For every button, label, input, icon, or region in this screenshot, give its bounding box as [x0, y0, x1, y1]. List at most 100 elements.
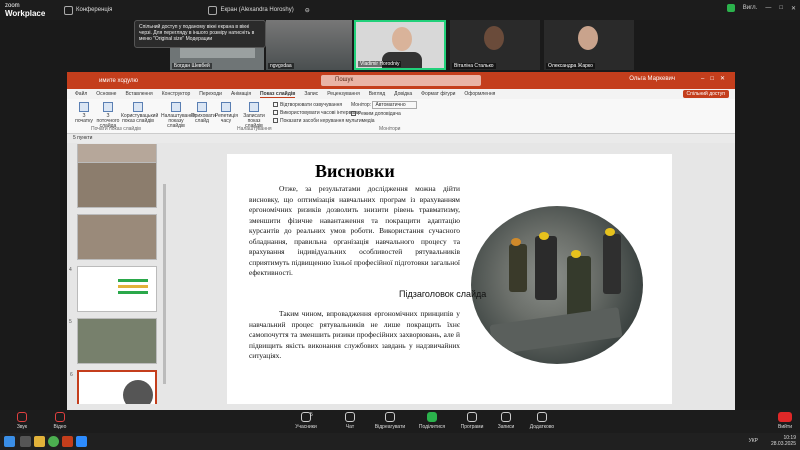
from-beginning-button[interactable]: З початку: [73, 102, 95, 124]
file-explorer-icon[interactable]: [34, 436, 45, 447]
search-box[interactable]: Пошук: [321, 75, 481, 86]
more-button[interactable]: Додатково: [520, 412, 564, 430]
slide-thumbnails-panel: 4 5 6: [67, 144, 167, 412]
tab-transitions[interactable]: Переходи: [199, 91, 222, 97]
tab-design[interactable]: Конструктор: [162, 91, 191, 97]
tab-view[interactable]: Вигляд: [369, 91, 385, 97]
system-clock[interactable]: 10:19 28.03.2025: [771, 435, 796, 447]
custom-show-button[interactable]: Користувацький показ слайдів: [121, 102, 158, 124]
ppt-title-bar: имите ходулю Пошук Ольга Маркевич –□✕: [67, 72, 735, 89]
tab-conference[interactable]: Конференція: [64, 5, 112, 15]
slide-canvas[interactable]: Висновки Отже, за результатами досліджен…: [227, 154, 672, 404]
play-icon: [79, 102, 89, 112]
tab-animations[interactable]: Анімація: [231, 91, 251, 97]
ribbon-tabs: Файл Основне Вставлення Конструктор Пере…: [67, 89, 735, 99]
tab-shape-format[interactable]: Формат фігури: [421, 91, 455, 97]
chk-label: Використовувати часові інтервали: [280, 110, 360, 116]
minimize-icon[interactable]: —: [765, 5, 771, 11]
chat-button[interactable]: Чат: [328, 412, 372, 430]
tab-record[interactable]: Запис: [304, 91, 318, 97]
chk-label: Відтворювати озвучування: [280, 102, 343, 108]
monitor-select[interactable]: Автоматично: [372, 101, 417, 109]
group-label: Монітори: [379, 126, 401, 132]
document-name[interactable]: имите ходулю: [99, 78, 138, 84]
tab-file[interactable]: Файл: [75, 91, 87, 97]
participant-tile[interactable]: ngvgxdaa: [266, 20, 352, 70]
record-icon: [249, 102, 259, 112]
checkbox-icon: [273, 102, 278, 108]
search-placeholder: Пошук: [335, 77, 354, 83]
screen-share-tooltip: Спільний доступ у поданому вікні екрана …: [134, 20, 266, 48]
slide-thumbnail[interactable]: [77, 162, 157, 208]
zoom-icon[interactable]: [76, 436, 87, 447]
ppt-window-controls[interactable]: –□✕: [701, 75, 731, 82]
record-icon: [501, 412, 511, 422]
slide-title: Висновки: [315, 161, 395, 181]
tab-share[interactable]: Екран (Alexandra Horoshy) ⊖: [208, 5, 310, 15]
custom-show-icon: [133, 102, 143, 112]
tooltip-text: Спільний доступ у поданому вікні екрана …: [139, 24, 255, 42]
participant-tile-active[interactable]: Vladimir Horodniy: [354, 20, 446, 70]
tab-help[interactable]: Довідка: [394, 91, 412, 97]
qat-label[interactable]: 5 пункти: [73, 135, 92, 141]
powerpoint-icon[interactable]: [62, 436, 73, 447]
user-name[interactable]: Ольга Маркевич: [629, 76, 675, 82]
zoom-logo: zoom Workplace: [0, 3, 46, 18]
tab-review[interactable]: Рецензування: [327, 91, 360, 97]
thumbnail-scrollbar[interactable]: [163, 184, 166, 384]
rehearse-timings-button[interactable]: Репетиція часу: [215, 102, 238, 124]
windows-start-icon[interactable]: [4, 436, 15, 447]
participant-face: [392, 27, 412, 51]
share-button[interactable]: Спільний доступ: [682, 90, 729, 98]
tab-home[interactable]: Основне: [96, 91, 116, 97]
figure: [603, 234, 621, 294]
leave-button[interactable]: Вийти: [777, 412, 792, 430]
helmet: [511, 238, 521, 246]
subtitle-placeholder[interactable]: Підзаголовок слайда: [399, 289, 486, 299]
record-show-button[interactable]: Записати показ слайдів: [239, 102, 269, 129]
security-shield-icon[interactable]: [726, 4, 735, 12]
brand-line2: Workplace: [5, 9, 46, 18]
slide-thumbnail[interactable]: 5: [69, 318, 157, 364]
play-current-icon: [103, 102, 113, 112]
slide-paragraph-2: Таким чином, впровадження ергономічних п…: [249, 309, 460, 360]
quick-access-toolbar: 5 пункти: [67, 134, 735, 143]
slide-thumbnail[interactable]: [77, 214, 157, 260]
zoom-meeting-controls: Звук Відео Учасники 5 Чат Відреагувати П…: [0, 410, 800, 433]
close-window-icon[interactable]: ✕: [791, 5, 796, 12]
share-screen-button[interactable]: Поділитися: [410, 412, 454, 430]
chk-label: Режим доповідача: [358, 111, 401, 117]
presenter-view-checkbox[interactable]: Режим доповідача: [351, 110, 417, 119]
tab-decoration[interactable]: Оформлення: [464, 91, 495, 97]
setup-show-button[interactable]: Налаштування показу слайдів: [161, 102, 196, 129]
group-label: Налаштування: [237, 126, 272, 132]
chat-icon: [345, 412, 355, 422]
language-indicator[interactable]: УКР: [749, 438, 758, 444]
search-icon[interactable]: [20, 436, 31, 447]
slide-thumbnail[interactable]: 4: [69, 266, 157, 312]
windows-taskbar: УКР 10:19 28.03.2025: [0, 433, 800, 450]
tab-slideshow[interactable]: Показ слайдів: [260, 91, 296, 98]
maximize-icon[interactable]: □: [779, 5, 783, 11]
video-button[interactable]: Відео: [38, 412, 82, 430]
zoom-top-bar: zoom Workplace Конференція Екран (Alexan…: [0, 0, 800, 20]
hide-slide-button[interactable]: Приховати слайд: [191, 102, 216, 124]
from-current-button[interactable]: З поточного слайда: [95, 102, 121, 129]
close-icon[interactable]: ⊖: [305, 7, 310, 14]
react-button[interactable]: Відреагувати: [368, 412, 412, 430]
monitor-options: Монітор: Автоматично Режим доповідача: [351, 101, 417, 119]
view-button[interactable]: Вигл.: [743, 5, 758, 11]
checkbox-icon: [273, 110, 278, 116]
chrome-icon[interactable]: [48, 436, 59, 447]
checkbox-icon: [273, 118, 278, 124]
participant-name: Віталіна Сталько: [452, 63, 496, 69]
rubble: [489, 307, 623, 355]
tab-insert[interactable]: Вставлення: [125, 91, 152, 97]
more-icon: [537, 412, 547, 422]
btn-label: З початку: [75, 113, 93, 124]
participants-button[interactable]: Учасники: [284, 412, 328, 430]
clock-date: 28.03.2025: [770, 441, 796, 447]
participant-tile[interactable]: Олександра Жарко: [544, 20, 634, 70]
participant-tile[interactable]: Віталіна Сталько: [450, 20, 540, 70]
thumb-bar: [118, 291, 148, 294]
